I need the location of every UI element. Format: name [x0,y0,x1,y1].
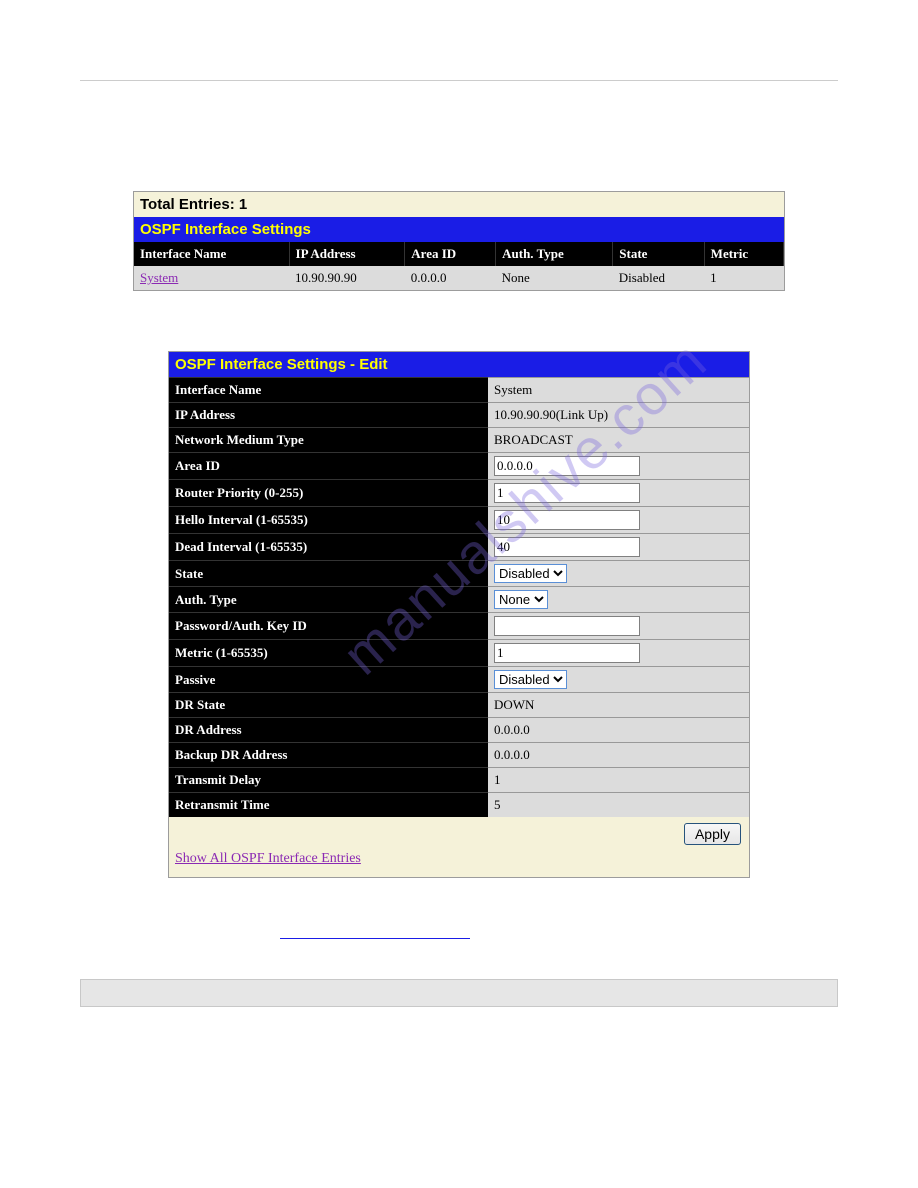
value-dr-address: 0.0.0.0 [488,718,749,743]
col-auth-type: Auth. Type [496,242,613,266]
ospf-edit-panel: OSPF Interface Settings - Edit Interface… [168,351,750,878]
col-ip-address: IP Address [289,242,405,266]
value-transmit-delay: 1 [488,768,749,793]
ospf-list-title: OSPF Interface Settings [134,217,784,242]
hello-interval-input[interactable] [494,510,640,530]
label-backup-dr-address: Backup DR Address [169,743,488,768]
ospf-list-panel: Total Entries: 1 OSPF Interface Settings… [133,191,785,291]
value-ip-address: 10.90.90.90(Link Up) [488,403,749,428]
label-state: State [169,561,488,587]
row-interface-name-link[interactable]: System [134,266,289,290]
label-auth-type: Auth. Type [169,587,488,613]
label-passive: Passive [169,667,488,693]
router-priority-input[interactable] [494,483,640,503]
col-interface-name: Interface Name [134,242,289,266]
show-all-link[interactable]: Show All OSPF Interface Entries [169,849,367,873]
top-rule [80,80,838,81]
label-hello-interval: Hello Interval (1-65535) [169,507,488,534]
row-area-id: 0.0.0.0 [405,266,496,290]
value-backup-dr-address: 0.0.0.0 [488,743,749,768]
ospf-list-header-row: Interface Name IP Address Area ID Auth. … [134,242,784,266]
area-id-input[interactable] [494,456,640,476]
label-area-id: Area ID [169,453,488,480]
ospf-edit-table: Interface Name System IP Address 10.90.9… [169,377,749,817]
col-area-id: Area ID [405,242,496,266]
col-state: State [613,242,704,266]
ospf-edit-title: OSPF Interface Settings - Edit [169,352,749,377]
dead-interval-input[interactable] [494,537,640,557]
row-metric: 1 [704,266,783,290]
value-interface-name: System [488,378,749,403]
bottom-grey-bar [80,979,838,1007]
label-network-medium-type: Network Medium Type [169,428,488,453]
label-metric: Metric (1-65535) [169,640,488,667]
blue-underline [280,938,470,939]
label-dr-address: DR Address [169,718,488,743]
row-ip-address: 10.90.90.90 [289,266,405,290]
label-ip-address: IP Address [169,403,488,428]
value-network-medium-type: BROADCAST [488,428,749,453]
row-state: Disabled [613,266,704,290]
col-metric: Metric [704,242,783,266]
row-auth-type: None [496,266,613,290]
label-dr-state: DR State [169,693,488,718]
label-dead-interval: Dead Interval (1-65535) [169,534,488,561]
label-router-priority: Router Priority (0-255) [169,480,488,507]
auth-type-select[interactable]: None [494,590,548,609]
apply-button[interactable]: Apply [684,823,741,845]
password-input[interactable] [494,616,640,636]
total-entries-label: Total Entries: 1 [134,192,784,217]
ospf-list-table: Interface Name IP Address Area ID Auth. … [134,242,784,290]
label-interface-name: Interface Name [169,378,488,403]
value-retransmit-time: 5 [488,793,749,818]
state-select[interactable]: Disabled [494,564,567,583]
label-transmit-delay: Transmit Delay [169,768,488,793]
value-dr-state: DOWN [488,693,749,718]
label-password: Password/Auth. Key ID [169,613,488,640]
passive-select[interactable]: Disabled [494,670,567,689]
label-retransmit-time: Retransmit Time [169,793,488,818]
metric-input[interactable] [494,643,640,663]
table-row: System 10.90.90.90 0.0.0.0 None Disabled… [134,266,784,290]
